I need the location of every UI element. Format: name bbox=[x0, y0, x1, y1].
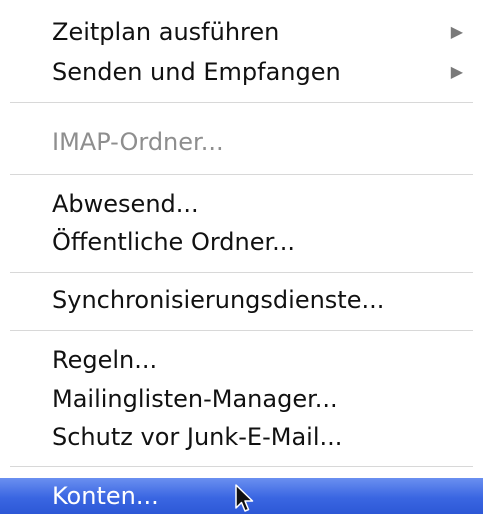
submenu-arrow-icon: ▶ bbox=[450, 22, 463, 41]
menu-item-oeffentliche-ordner[interactable]: Öffentliche Ordner... bbox=[0, 224, 483, 260]
menu-item-imap-ordner: IMAP-Ordner... bbox=[0, 124, 483, 160]
menu-item-mailinglisten-manager[interactable]: Mailinglisten-Manager... bbox=[0, 381, 483, 417]
menu-item-label: Zeitplan ausführen bbox=[52, 18, 280, 46]
menu-item-senden-und-empfangen[interactable]: Senden und Empfangen ▶ bbox=[0, 54, 483, 90]
menu-separator bbox=[10, 102, 473, 103]
menu-item-label: Abwesend... bbox=[52, 190, 199, 218]
menu-item-label: Konten... bbox=[52, 482, 159, 510]
menu-separator bbox=[10, 466, 473, 467]
tools-menu: Zeitplan ausführen ▶ Senden und Empfange… bbox=[0, 0, 483, 520]
submenu-arrow-icon: ▶ bbox=[450, 62, 463, 81]
menu-item-synchronisierungsdienste[interactable]: Synchronisierungsdienste... bbox=[0, 282, 483, 318]
menu-item-label: Regeln... bbox=[52, 346, 158, 374]
menu-item-label: IMAP-Ordner... bbox=[52, 128, 224, 156]
menu-item-regeln[interactable]: Regeln... bbox=[0, 342, 483, 378]
menu-item-schutz-vor-junk-e-mail[interactable]: Schutz vor Junk-E-Mail... bbox=[0, 419, 483, 455]
menu-item-abwesend[interactable]: Abwesend... bbox=[0, 186, 483, 222]
menu-separator bbox=[10, 330, 473, 331]
menu-item-label: Öffentliche Ordner... bbox=[52, 228, 296, 256]
menu-item-label: Schutz vor Junk-E-Mail... bbox=[52, 423, 343, 451]
menu-item-label: Synchronisierungsdienste... bbox=[52, 286, 385, 314]
menu-item-label: Senden und Empfangen bbox=[52, 58, 341, 86]
menu-item-zeitplan-ausfuehren[interactable]: Zeitplan ausführen ▶ bbox=[0, 14, 483, 50]
mouse-pointer-icon bbox=[235, 484, 254, 512]
menu-item-label: Mailinglisten-Manager... bbox=[52, 385, 338, 413]
menu-separator bbox=[10, 272, 473, 273]
menu-separator bbox=[10, 174, 473, 175]
